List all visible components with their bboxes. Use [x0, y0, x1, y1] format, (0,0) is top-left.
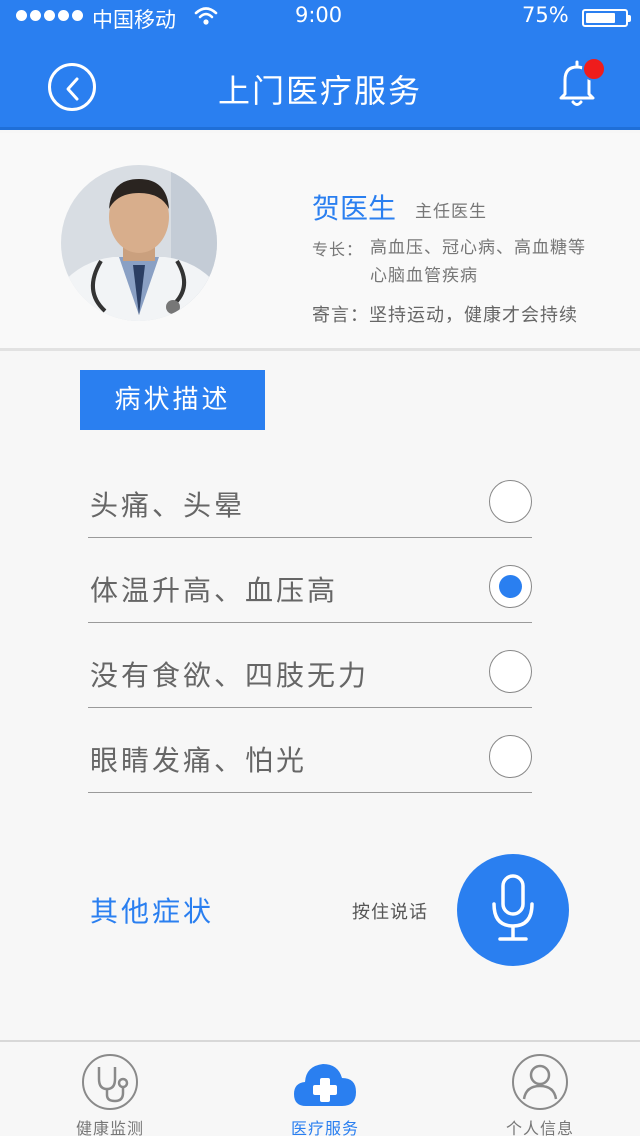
- voice-hint: 按住说话: [352, 902, 428, 923]
- symptom-option[interactable]: 眼睛发痛、怕光: [88, 723, 532, 793]
- symptom-option[interactable]: 没有食欲、四肢无力: [88, 638, 532, 708]
- symptom-label: 头痛、头晕: [90, 489, 246, 522]
- doctor-title: 主任医生: [415, 202, 487, 222]
- battery-percent: 75%: [522, 3, 569, 27]
- tab-label: 个人信息: [505, 1119, 574, 1136]
- page-title: 上门医疗服务: [217, 72, 422, 110]
- tab-label: 健康监测: [75, 1119, 144, 1136]
- voice-input-button[interactable]: [457, 854, 569, 966]
- carrier-name: 中国移动: [92, 8, 176, 32]
- microphone-icon: [492, 874, 534, 941]
- symptom-radio[interactable]: [489, 650, 532, 693]
- tab-personal-info[interactable]: 个人信息: [460, 1042, 620, 1136]
- clock: 9:00: [295, 3, 343, 27]
- medical-cloud-icon: [294, 1064, 356, 1106]
- tab-bar: 健康监测 医疗服务 个人信息: [0, 1040, 640, 1136]
- symptom-option[interactable]: 体温升高、血压高: [88, 553, 532, 623]
- doctor-name: 贺医生: [312, 192, 397, 225]
- symptoms-section-tag: 病状描述: [80, 370, 265, 430]
- symptom-radio-checked[interactable]: [489, 565, 532, 608]
- person-icon: [512, 1054, 568, 1110]
- symptom-option[interactable]: 头痛、头晕: [88, 468, 532, 538]
- battery-icon: [582, 9, 631, 27]
- symptom-radio[interactable]: [489, 735, 532, 778]
- doctor-card[interactable]: 贺医生 主任医生 专长： 高血压、冠心病、高血糖等心脑血管疾病 寄言：坚持运动，…: [0, 133, 640, 351]
- signal-dots-icon: [16, 10, 83, 21]
- doctor-avatar: [61, 165, 217, 321]
- doctor-specialty: 高血压、冠心病、高血糖等心脑血管疾病: [370, 238, 586, 286]
- symptom-label: 体温升高、血压高: [90, 574, 339, 607]
- symptom-label: 眼睛发痛、怕光: [90, 744, 308, 777]
- symptom-label: 没有食欲、四肢无力: [90, 659, 370, 692]
- tab-health-monitor[interactable]: 健康监测: [30, 1042, 190, 1136]
- doctor-motto: 寄言：坚持运动，健康才会持续: [312, 305, 578, 326]
- status-bar: 中国移动 9:00 75%: [0, 0, 640, 36]
- top-bar: 中国移动 9:00 75% 上门医疗服务: [0, 0, 640, 130]
- symptom-radio[interactable]: [489, 480, 532, 523]
- tab-label: 医疗服务: [290, 1119, 359, 1136]
- other-symptoms-label: 其他症状: [90, 895, 215, 928]
- notification-badge: [582, 57, 606, 81]
- specialty-label: 专长：: [312, 240, 364, 259]
- tab-medical-service[interactable]: 医疗服务: [245, 1042, 405, 1136]
- wifi-icon: [194, 7, 218, 25]
- stethoscope-icon: [82, 1054, 138, 1110]
